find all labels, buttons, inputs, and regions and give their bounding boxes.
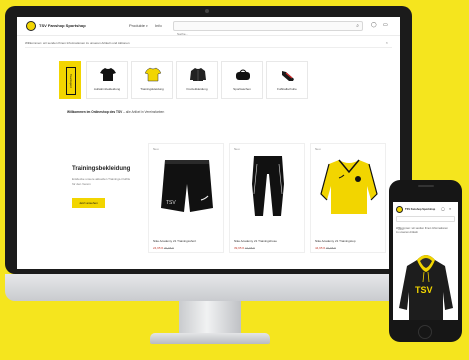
svg-text:TSV: TSV <box>166 200 176 206</box>
category-trainingskleidung[interactable]: Trainingskleidung <box>131 61 173 99</box>
search-icon[interactable]: ⌕ <box>356 23 359 29</box>
close-icon[interactable]: × <box>386 40 388 45</box>
promo-subtitle: Entdecke unsere aktuellen Trainings-Outf… <box>72 177 131 186</box>
club-logo[interactable] <box>396 206 403 213</box>
category-label: Fußballschuhe <box>277 87 297 91</box>
product-badge: Neu <box>234 147 240 151</box>
mobile-search-box <box>396 216 455 232</box>
bag-icon <box>236 69 250 80</box>
cart-icon[interactable]: ▭ <box>383 22 388 28</box>
promo-button[interactable]: Jetzt ansehen <box>72 198 105 208</box>
desktop-monitor: TSV Fanshop Sportshop Produkte ▾ Info ⌕ … <box>5 6 412 274</box>
notice-text: Willkommen: wir senden Ihnen Information… <box>25 41 130 45</box>
category-fussballschuhe[interactable]: Fußballschuhe <box>266 61 308 99</box>
intro-text: Willkommen im Onlineshop des TSV – alle … <box>67 110 164 114</box>
intro-bold: Willkommen im Onlineshop des TSV <box>67 110 123 114</box>
phone-speaker <box>418 185 434 187</box>
product-name: Nike Academy 21 Trainingstop <box>315 239 356 243</box>
club-logo[interactable] <box>26 21 36 31</box>
black-pants-image <box>252 156 284 216</box>
yellow-shirt-icon <box>145 67 161 82</box>
jacket-icon <box>190 68 206 81</box>
search-box: ⌕ <box>173 21 363 38</box>
nav-produkte-label: Produkte <box>129 23 146 28</box>
intro-rest: – alle Artikel in Vereinsfarben <box>122 110 165 114</box>
phone-screen: TSV Fanshop Sportshop ◯ ≡ Willkommen: wi… <box>393 202 458 320</box>
promo-block: Trainingsbekleidung Entdecke unsere aktu… <box>63 143 143 229</box>
divider <box>25 47 392 48</box>
category-freizeitkleidung[interactable]: Freizeitkleidung <box>176 61 218 99</box>
product-badge: Neu <box>153 147 159 151</box>
user-icon[interactable]: ◯ <box>371 22 377 28</box>
product-card[interactable]: Neu Nike Academy 21 Trainingstop 44,95 €… <box>310 143 386 253</box>
user-icon[interactable]: ◯ <box>441 207 445 211</box>
monitor-base <box>150 333 270 344</box>
home-button[interactable] <box>418 325 432 339</box>
menu-icon[interactable]: ≡ <box>449 207 451 211</box>
price-current: 39,95 € <box>234 246 245 250</box>
black-shorts-image: TSV <box>161 160 213 212</box>
webcam <box>205 9 209 13</box>
hoodie-print: TSV <box>415 285 433 295</box>
hoodie-image[interactable]: TSV <box>399 252 453 320</box>
price-old: 44,95 € <box>244 246 255 250</box>
price-current: 24,95 € <box>153 246 164 250</box>
product-price: 39,95 € 44,95 € <box>234 246 255 250</box>
site-header: TSV Fanshop Sportshop Produkte ▾ Info ⌕ … <box>17 17 400 38</box>
search-input[interactable] <box>174 30 344 38</box>
category-label: Aufwärmbekleidung <box>93 87 121 91</box>
category-teamsport[interactable]: Teamsport <box>59 61 81 99</box>
price-current: 44,95 € <box>315 246 326 250</box>
monitor-stand <box>179 301 241 336</box>
product-name: Nike Academy 21 Trainingshose <box>234 239 277 243</box>
shop-name[interactable]: TSV Fanshop Sportshop <box>39 23 86 28</box>
category-teamsport-label: Teamsport <box>66 67 76 95</box>
tshirt-icon <box>100 68 116 81</box>
category-label: Trainingskleidung <box>140 87 164 91</box>
promo-title: Trainingsbekleidung <box>72 166 131 172</box>
category-aufwaermbekleidung[interactable]: Aufwärmbekleidung <box>86 61 128 99</box>
category-sporttaschen[interactable]: Sporttaschen <box>221 61 263 99</box>
mobile-shop-name[interactable]: TSV Fanshop Sportshop <box>405 208 435 211</box>
product-badge: Neu <box>315 147 321 151</box>
yellow-drill-top-image <box>320 159 378 214</box>
product-name: Nike Academy 21 Trainingsshort <box>153 239 197 243</box>
monitor-chin <box>5 274 412 301</box>
desktop-screen: TSV Fanshop Sportshop Produkte ▾ Info ⌕ … <box>17 17 400 269</box>
mobile-notice: Willkommen: wir senden Ihnen Information… <box>396 227 448 234</box>
product-card[interactable]: Neu Nike Academy 21 Trainingshose 39,95 … <box>229 143 305 253</box>
smartphone: TSV Fanshop Sportshop ◯ ≡ Willkommen: wi… <box>389 180 462 342</box>
product-card[interactable]: Neu TSV Nike Academy 21 Trainingsshort 2… <box>148 143 224 253</box>
product-price: 24,95 € 29,95 € <box>153 246 174 250</box>
category-label: Sporttaschen <box>233 87 251 91</box>
shoe-icon <box>282 71 294 81</box>
price-old: 29,95 € <box>163 246 174 250</box>
chevron-down-icon: ▾ <box>146 24 148 28</box>
category-label: Freizeitkleidung <box>186 87 208 91</box>
price-old: 49,95 € <box>325 246 336 250</box>
nav-info[interactable]: Info <box>155 23 162 28</box>
nav-produkte[interactable]: Produkte ▾ <box>129 23 148 28</box>
product-price: 44,95 € 49,95 € <box>315 246 336 250</box>
